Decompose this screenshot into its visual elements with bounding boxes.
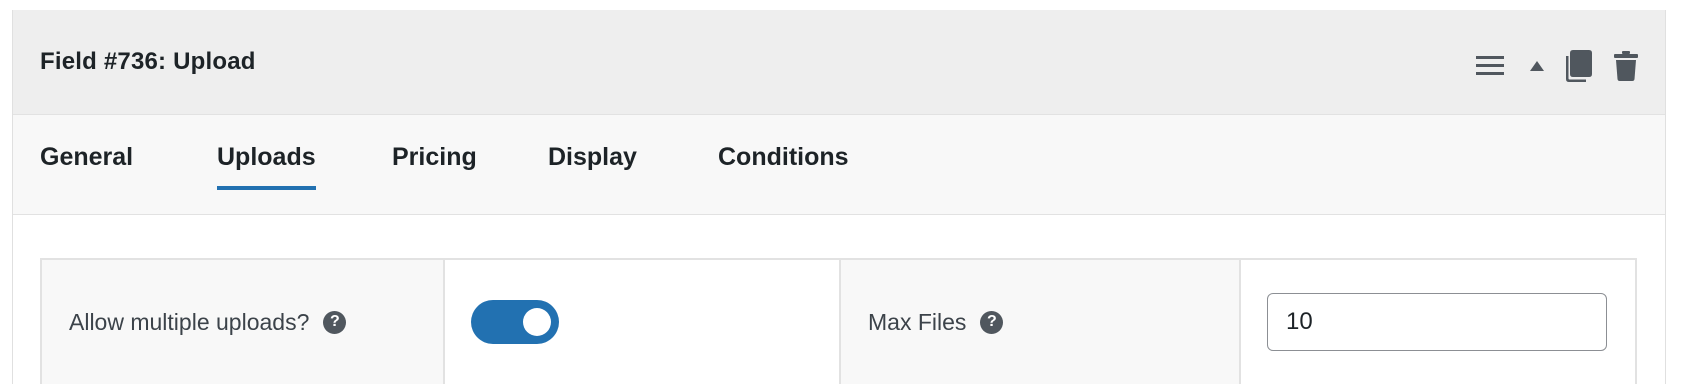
max-files-label: Max Files bbox=[868, 308, 967, 335]
allow-multiple-label-cell: Allow multiple uploads? ? bbox=[42, 260, 443, 384]
max-files-input[interactable] bbox=[1267, 293, 1607, 351]
tab-uploads[interactable]: Uploads bbox=[217, 143, 316, 190]
duplicate-icon[interactable] bbox=[1565, 49, 1593, 83]
tab-conditions[interactable]: Conditions bbox=[718, 143, 849, 186]
header-actions bbox=[1475, 48, 1639, 84]
toggle-knob bbox=[523, 308, 551, 336]
menu-icon[interactable] bbox=[1475, 51, 1505, 81]
allow-multiple-value-cell bbox=[443, 260, 839, 384]
allow-multiple-label: Allow multiple uploads? bbox=[69, 308, 310, 335]
tab-general[interactable]: General bbox=[40, 143, 133, 186]
trash-icon[interactable] bbox=[1613, 49, 1639, 83]
max-files-label-cell: Max Files ? bbox=[839, 260, 1239, 384]
tab-display[interactable]: Display bbox=[548, 143, 637, 186]
tab-bar: General Uploads Pricing Display Conditio… bbox=[13, 115, 1665, 215]
field-editor-panel: Field #736: Upload General Uploads Prici… bbox=[12, 10, 1666, 384]
caret-up-icon[interactable] bbox=[1527, 51, 1547, 81]
tab-pricing[interactable]: Pricing bbox=[392, 143, 477, 186]
help-icon[interactable]: ? bbox=[980, 310, 1004, 334]
allow-multiple-toggle[interactable] bbox=[471, 300, 559, 344]
max-files-value-cell bbox=[1239, 260, 1635, 384]
help-icon[interactable]: ? bbox=[323, 310, 347, 334]
upload-settings-row: Allow multiple uploads? ? Max Files ? bbox=[40, 258, 1637, 384]
field-title: Field #736: Upload bbox=[40, 48, 256, 75]
field-header: Field #736: Upload bbox=[13, 10, 1665, 115]
